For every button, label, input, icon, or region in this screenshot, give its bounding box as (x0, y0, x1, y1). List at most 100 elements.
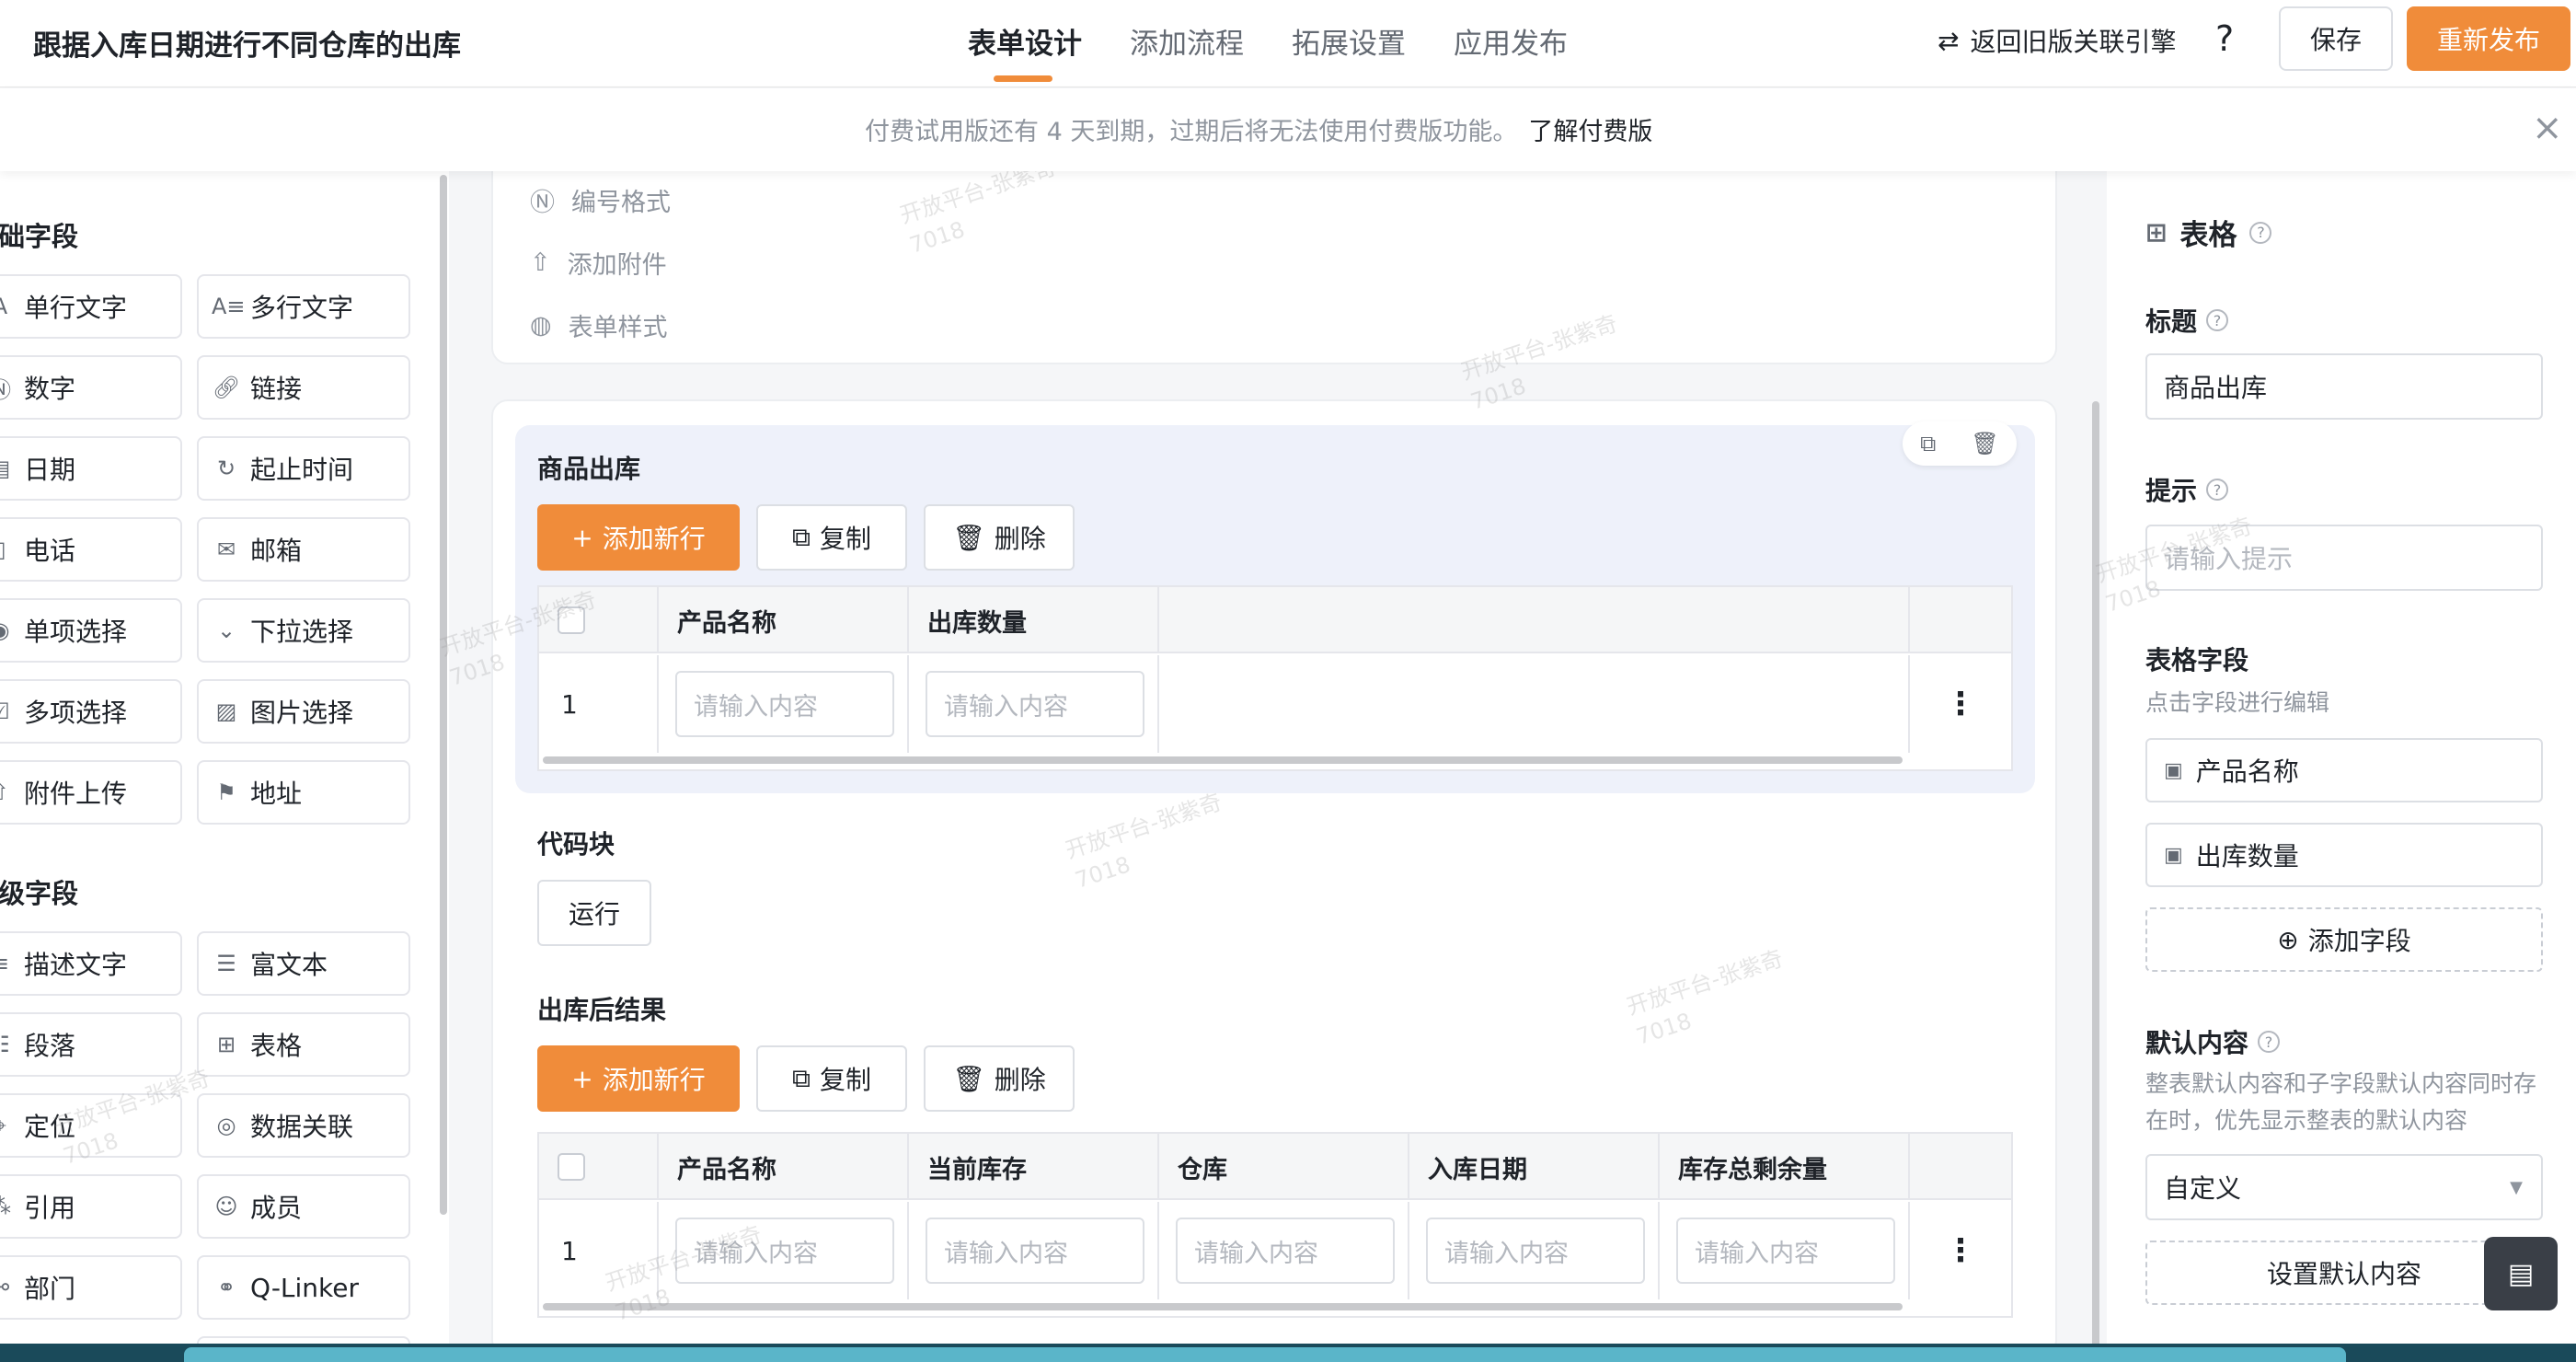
field-rich-text[interactable]: ☰ 富文本 (197, 931, 410, 996)
row-actions-cell: ⋮ (1910, 655, 2011, 753)
trash-icon[interactable]: 🗑︎ (1971, 431, 1998, 456)
default-content-select[interactable]: 自定义 ▼ (2145, 1154, 2543, 1220)
field-paragraph[interactable]: ☷ 段落 (0, 1012, 182, 1077)
setting-form-style[interactable]: ◍ 表单样式 (530, 307, 668, 343)
chat-icon[interactable]: ▤ (2484, 1237, 2558, 1310)
qlinker-icon: ⚭ (216, 1275, 236, 1300)
column-header: 当前库存 (909, 1134, 1159, 1200)
help-icon[interactable]: ? (2258, 1031, 2281, 1053)
field-description[interactable]: ≡ 描述文字 (0, 931, 182, 996)
field-single-text[interactable]: A 单行文字 (0, 274, 182, 339)
close-icon[interactable]: × (2532, 107, 2563, 149)
field-number[interactable]: Ⓝ 数字 (0, 355, 182, 420)
field-data-link[interactable]: ◎ 数据关联 (197, 1093, 410, 1158)
image-icon: ▨ (215, 698, 237, 724)
help-icon[interactable]: ? (2249, 221, 2272, 244)
field-address[interactable]: ⚑ 地址 (197, 760, 410, 825)
field-multi-text[interactable]: A≡ 多行文字 (197, 274, 410, 339)
field-dropdown[interactable]: ⌄ 下拉选择 (197, 598, 410, 663)
field-label: 多行文字 (250, 293, 354, 323)
setting-number-format[interactable]: Ⓝ 编号格式 (530, 182, 671, 218)
copy-button-2[interactable]: ⧉ 复制 (756, 1045, 907, 1112)
field-member[interactable]: ☺ 成员 (197, 1174, 410, 1239)
table-block-selected[interactable]: ⧉ 🗑︎ 商品出库 + 添加新行 ⧉ 复制 🗑︎ 删除 产品名称 出库数量 1 请输入… (515, 421, 2035, 793)
delete-button-2[interactable]: 🗑︎ 删除 (924, 1045, 1075, 1112)
row-actions-cell: ⋮ (1910, 1202, 2011, 1299)
inbound-date-input[interactable]: 请输入内容 (1426, 1218, 1645, 1284)
column-header: 入库日期 (1409, 1134, 1660, 1200)
field-date[interactable]: ▤ 日期 (0, 436, 182, 501)
field-more[interactable] (197, 1336, 410, 1344)
cell-empty (1159, 655, 1910, 753)
select-all-checkbox[interactable] (558, 1153, 585, 1181)
field-table[interactable]: ⊞ 表格 (197, 1012, 410, 1077)
more-icon[interactable]: ⋮ (1945, 1232, 1976, 1269)
table-field-item[interactable]: ▣ 产品名称 (2145, 738, 2543, 802)
field-location[interactable]: ⌖ 定位 (0, 1093, 182, 1158)
nav-tabs: 表单设计 添加流程 拓展设置 应用发布 (968, 20, 1616, 87)
hint-input[interactable]: 请输入提示 (2145, 525, 2543, 591)
warehouse-input[interactable]: 请输入内容 (1176, 1218, 1395, 1284)
setting-add-attachment[interactable]: ⇧ 添加附件 (530, 245, 667, 281)
field-phone[interactable]: ▯ 电话 (0, 517, 182, 582)
cell: 请输入内容 (659, 1202, 909, 1299)
field-link[interactable]: 🔗︎ 链接 (197, 355, 410, 420)
trial-notice-text: 付费试用版还有 4 天到期，过期后将无法使用付费版功能。 了解付费版 (865, 111, 1652, 147)
tab-extension-settings[interactable]: 拓展设置 (1292, 20, 1406, 87)
copy-icon[interactable]: ⧉ (1920, 431, 1936, 456)
canvas-scrollbar[interactable] (2092, 401, 2099, 1349)
field-radio[interactable]: ◉ 单项选择 (0, 598, 182, 663)
phone-icon: ▯ (0, 537, 15, 562)
top-bar: 跟据入库日期进行不同仓库的出库 表单设计 添加流程 拓展设置 应用发布 ⇄ 返回… (0, 0, 2576, 87)
republish-button[interactable]: 重新发布 (2407, 6, 2570, 71)
left-panel-scrollbar[interactable] (440, 175, 447, 1215)
current-stock-input[interactable]: 请输入内容 (926, 1218, 1144, 1284)
table-field-item[interactable]: ▣ 出库数量 (2145, 823, 2543, 887)
trash-icon: 🗑︎ (952, 522, 985, 553)
field-checkbox[interactable]: ☑ 多项选择 (0, 679, 182, 744)
product-name-input[interactable]: 请输入内容 (675, 671, 894, 737)
add-row-label: 添加新行 (602, 1065, 706, 1095)
help-icon[interactable]: ? (2206, 309, 2229, 331)
tab-app-publish[interactable]: 应用发布 (1454, 20, 1568, 87)
save-button[interactable]: 保存 (2279, 6, 2393, 71)
title-input[interactable]: 商品出库 (2145, 353, 2543, 420)
field-time-range[interactable]: ↻ 起止时间 (197, 436, 410, 501)
tab-add-flow[interactable]: 添加流程 (1130, 20, 1244, 87)
field-reference[interactable]: ⁂ 引用 (0, 1174, 182, 1239)
copy-button[interactable]: ⧉ 复制 (756, 504, 907, 571)
add-row-button[interactable]: + 添加新行 (537, 504, 740, 571)
tab-form-design[interactable]: 表单设计 (968, 20, 1082, 87)
more-icon[interactable]: ⋮ (1945, 686, 1976, 722)
form-canvas: Ⓝ 编号格式 ⇧ 添加附件 ◍ 表单样式 ⧉ 🗑︎ 商品出库 + 添加新行 ⧉ 复制 🗑︎… (460, 171, 2098, 1344)
field-label: 部门 (24, 1274, 76, 1304)
field-qlinker[interactable]: ⚭ Q-Linker (197, 1255, 410, 1320)
field-image-select[interactable]: ▨ 图片选择 (197, 679, 410, 744)
add-field-button[interactable]: ⊕ 添加字段 (2145, 907, 2543, 972)
total-remaining-input[interactable]: 请输入内容 (1676, 1218, 1895, 1284)
field-label: 单项选择 (24, 617, 128, 647)
field-label: 定位 (24, 1112, 76, 1142)
quantity-input[interactable]: 请输入内容 (926, 671, 1144, 737)
help-icon[interactable]: ? (2206, 479, 2229, 501)
legacy-engine-link[interactable]: ⇄ 返回旧版关联引擎 (1938, 22, 2176, 59)
product-name-input[interactable]: 请输入内容 (675, 1218, 894, 1284)
field-department[interactable]: ⚯ 部门 (0, 1255, 182, 1320)
setting-label: 编号格式 (571, 189, 671, 217)
date-icon: ▤ (0, 456, 15, 481)
field-upload[interactable]: ⇧ 附件上传 (0, 760, 182, 825)
select-all-cell (539, 587, 659, 653)
properties-panel: ⊞ 表格 ? 标题? 商品出库 提示? 请输入提示 表格字段 点击字段进行编辑 … (2107, 171, 2576, 1344)
table-row: 1 请输入内容 请输入内容 请输入内容 请输入内容 请输入内容 ⋮ (539, 1202, 2011, 1299)
help-icon[interactable]: ? (2215, 18, 2234, 59)
run-button[interactable]: 运行 (537, 880, 651, 946)
horizontal-scrollbar[interactable] (543, 1303, 1903, 1310)
horizontal-scrollbar[interactable] (543, 756, 1903, 764)
select-all-checkbox[interactable] (558, 606, 585, 634)
field-label: 描述文字 (24, 950, 128, 980)
learn-paid-link[interactable]: 了解付费版 (1528, 118, 1652, 146)
delete-button[interactable]: 🗑︎ 删除 (924, 504, 1075, 571)
address-icon: ⚑ (216, 779, 236, 805)
field-mail[interactable]: ✉ 邮箱 (197, 517, 410, 582)
add-row-button-2[interactable]: + 添加新行 (537, 1045, 740, 1112)
